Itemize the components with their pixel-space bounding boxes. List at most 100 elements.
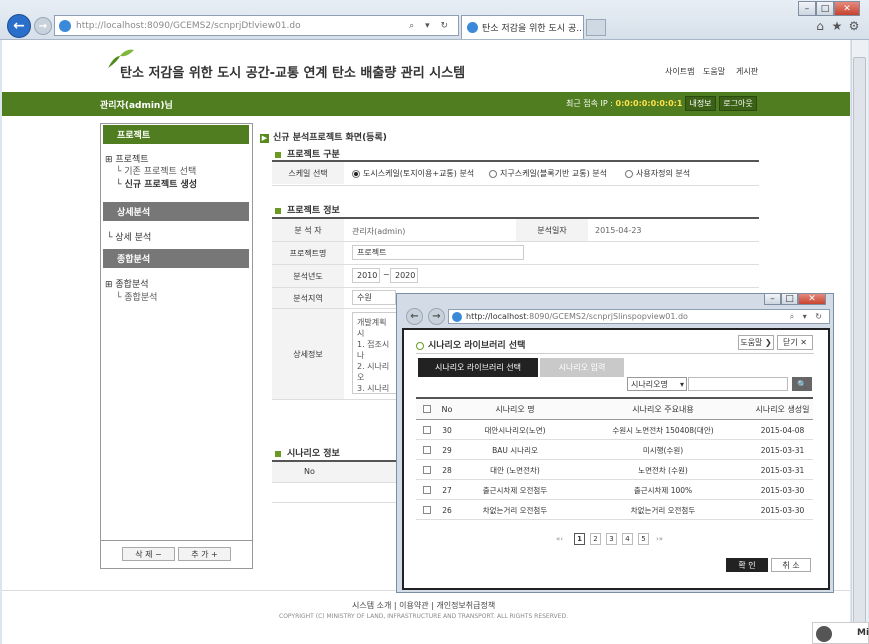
section-project-info: 프로젝트 정보 <box>275 203 340 216</box>
delete-button[interactable]: 삭 제 − <box>122 547 175 561</box>
search-input[interactable] <box>688 377 788 391</box>
search-type-value: 시나리오명 <box>631 379 668 389</box>
my-info-button[interactable]: 내정보 <box>685 96 716 111</box>
row-scenario-name[interactable]: BAU 시나리오 <box>456 440 574 460</box>
project-name-input[interactable]: 프로젝트 <box>352 245 524 260</box>
row-scenario-name[interactable]: 대안 (노면전차) <box>456 460 574 480</box>
region-input[interactable]: 수원 <box>352 290 396 305</box>
forward-button[interactable]: → <box>34 17 52 35</box>
logout-button[interactable]: 로그아웃 <box>719 96 757 111</box>
site-title: 탄소 저감을 위한 도시 공간-교통 연계 탄소 배출량 관리 시스템 <box>120 66 466 81</box>
detail-textarea[interactable]: 개발계획 시 1. 접조시나 2. 시나리오 3. 시나리오 <box>352 312 398 394</box>
row-checkbox[interactable] <box>423 486 431 494</box>
admin-name: 관리자(admin)님 <box>100 101 173 111</box>
scale-option-custom[interactable]: 사용자정의 분석 <box>625 168 690 179</box>
tree-existing-project-label: 기존 프로젝트 선택 <box>124 167 197 177</box>
back-button[interactable]: ← <box>7 14 31 38</box>
row-scenario-name[interactable]: 대안시나리오(노면) <box>456 420 574 440</box>
scale-option-district[interactable]: 지구스케일(블록기반 교통) 분석 <box>489 168 607 179</box>
minimize-button[interactable]: – <box>798 1 816 16</box>
popup-maximize-button[interactable]: □ <box>781 293 798 305</box>
tree-detail-analysis[interactable]: └ 상세 분석 <box>107 230 151 243</box>
sidebar-divider <box>101 540 252 541</box>
radio-selected[interactable] <box>352 169 360 178</box>
popup-back-button[interactable]: ← <box>406 308 423 325</box>
year-separator: ~ <box>383 270 390 279</box>
detail-label: 상세정보 <box>272 309 344 399</box>
row-checkbox[interactable] <box>423 446 431 454</box>
home-icon[interactable]: ⌂ <box>813 19 827 33</box>
confirm-button[interactable]: 확 인 <box>726 558 768 572</box>
popup-forward-button[interactable]: → <box>428 308 445 325</box>
section-bullet-icon <box>275 207 281 214</box>
new-tab-button[interactable] <box>586 19 606 36</box>
popup-minimize-button[interactable]: – <box>764 293 781 305</box>
popup-address-bar[interactable]: http://localhost:8090/GCEMS2/scnprjSlins… <box>448 309 830 324</box>
row-checkbox[interactable] <box>423 426 431 434</box>
page-4[interactable]: 4 <box>622 533 633 545</box>
scenario-col-no: No <box>304 467 315 476</box>
search-button[interactable]: 🔍 <box>792 377 812 391</box>
row-scenario-name[interactable]: 차없는거리 오전첨두 <box>456 500 574 520</box>
chevron-down-icon: ▾ <box>679 379 684 389</box>
year-from-input[interactable]: 2010 <box>352 268 380 283</box>
search-type-select[interactable]: 시나리오명 ▾ <box>627 377 687 391</box>
scrollbar-thumb[interactable] <box>853 57 866 627</box>
sidebar-section-project[interactable]: 프로젝트 <box>103 125 249 144</box>
row-checkbox[interactable] <box>423 466 431 474</box>
page-5[interactable]: 5 <box>638 533 649 545</box>
section-bullet-icon <box>275 450 281 457</box>
detail-line: 3. 시나리오 <box>357 384 390 393</box>
scale-option-custom-label: 사용자정의 분석 <box>636 169 691 178</box>
tree-total-analysis[interactable]: └ 종합분석 <box>116 290 157 303</box>
footer-links[interactable]: 시스템 소개 | 이용약관 | 개인정보취급정책 <box>352 600 495 611</box>
row-checkbox[interactable] <box>423 506 431 514</box>
favorites-icon[interactable]: ★ <box>830 19 844 33</box>
col-scenario-name: 시나리오 명 <box>456 399 574 419</box>
year-to-input[interactable]: 2020 <box>390 268 418 283</box>
address-tools[interactable]: ⌕ ▾ ↻ <box>409 21 452 31</box>
row-scenario-name[interactable]: 출근시차제 오전첨두 <box>456 480 574 500</box>
maximize-button[interactable]: □ <box>816 1 834 16</box>
popup-help-button[interactable]: 도움말 ❯ <box>738 335 774 350</box>
popup-close-button[interactable]: 닫기 ✕ <box>777 335 813 350</box>
help-link[interactable]: 도움말 <box>703 66 725 77</box>
scale-option-city[interactable]: 도시스케일(토지이용+교통) 분석 <box>352 168 474 179</box>
board-link[interactable]: 게시판 <box>736 66 758 77</box>
detail-line: 개발계획 시 <box>357 318 387 338</box>
cancel-button[interactable]: 취 소 <box>771 558 811 572</box>
row-checkbox-cell <box>416 420 438 440</box>
page-2[interactable]: 2 <box>590 533 601 545</box>
play-arrow-icon: ▶ <box>260 134 269 143</box>
page-1[interactable]: 1 <box>574 533 585 545</box>
pagination-next[interactable]: ›» <box>656 535 663 543</box>
radio[interactable] <box>625 169 633 178</box>
browser-tab[interactable]: 탄소 저감을 위한 도시 공... × <box>461 15 584 39</box>
taskbar-preview[interactable]: Mi <box>812 622 869 644</box>
pagination-prev[interactable]: «‹ <box>556 535 563 543</box>
add-button[interactable]: 추 가 + <box>178 547 231 561</box>
page-3[interactable]: 3 <box>606 533 617 545</box>
tree-total-root[interactable]: ⊞ 종합분석 <box>105 277 149 290</box>
date-label: 분석일자 <box>516 219 588 241</box>
select-all-checkbox[interactable] <box>423 405 431 413</box>
settings-gear-icon[interactable]: ⚙ <box>847 19 861 33</box>
row-scenario-content: 미시행(수원) <box>642 445 684 455</box>
row-scenario-date: 2015-03-30 <box>760 485 805 495</box>
tree-existing-project[interactable]: └ 기존 프로젝트 선택 <box>116 164 196 177</box>
popup-address-tools[interactable]: ⌕ ▾ ↻ <box>790 312 825 322</box>
tree-new-project[interactable]: └ 신규 프로젝트 생성 <box>116 177 197 190</box>
popup-close-window-button[interactable]: ✕ <box>798 293 826 305</box>
sidebar-section-detail[interactable]: 상세분석 <box>103 202 249 221</box>
col-scenario-date: 시나리오 생성일 <box>752 399 813 419</box>
radio[interactable] <box>489 169 497 178</box>
sidebar-section-total[interactable]: 종합분석 <box>103 249 249 268</box>
row-scenario-date: 2015-04-08 <box>760 425 805 435</box>
scale-option-district-label: 지구스케일(블록기반 교통) 분석 <box>500 169 608 178</box>
tab-scenario-input[interactable]: 시나리오 입력 <box>540 358 624 377</box>
close-window-button[interactable]: ✕ <box>834 1 860 16</box>
sitemap-link[interactable]: 사이트맵 <box>665 66 694 77</box>
tab-scenario-library[interactable]: 시나리오 라이브러리 선택 <box>418 358 538 377</box>
col-no: No <box>438 399 456 419</box>
address-bar[interactable]: http://localhost :8090/GCEMS2/scnprjDtlv… <box>54 15 459 36</box>
